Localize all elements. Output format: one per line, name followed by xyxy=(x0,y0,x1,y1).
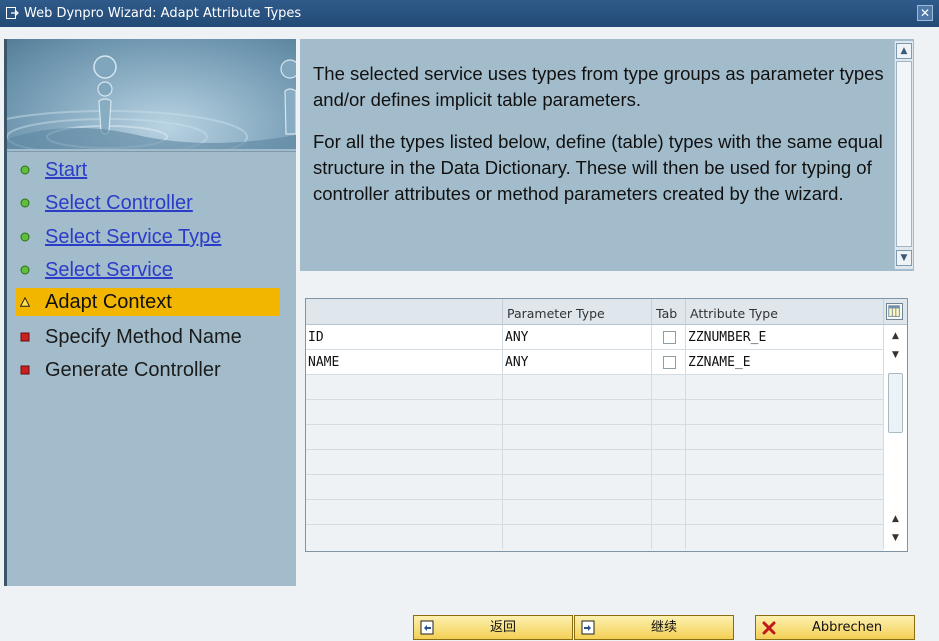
completed-step-icon xyxy=(20,165,30,175)
table-row-empty xyxy=(306,400,884,425)
table-row-empty xyxy=(306,450,884,475)
roadmap-step-select-controller[interactable]: Select Controller xyxy=(7,189,296,217)
info-paragraph-2: For all the types listed below, define (… xyxy=(313,131,883,204)
cancel-button-label: Abbrechen xyxy=(812,620,883,635)
chevron-down-icon: ▼ xyxy=(900,253,908,263)
cell-tab xyxy=(652,350,686,374)
back-icon xyxy=(420,620,434,635)
scroll-bottom-button[interactable]: ▼ xyxy=(888,530,903,546)
attribute-types-table: Parameter Type Tab Attribute Type ID ANY… xyxy=(305,298,908,552)
column-header-name[interactable] xyxy=(306,299,503,325)
cell-name: NAME xyxy=(306,350,503,374)
completed-step-icon xyxy=(20,198,30,208)
table-scrollbar[interactable]: ▲ ▼ ▲ ▼ xyxy=(886,325,905,551)
scroll-down-button[interactable]: ▼ xyxy=(896,250,912,266)
chevron-up-icon: ▲ xyxy=(900,46,908,56)
table-row-empty xyxy=(306,525,884,551)
scroll-thumb[interactable] xyxy=(896,61,912,247)
chevron-up-icon: ▲ xyxy=(892,331,899,341)
table-row-empty xyxy=(306,425,884,450)
table-row-empty xyxy=(306,475,884,500)
back-button-label: 返回 xyxy=(490,620,517,635)
cell-parameter-type: ANY xyxy=(503,325,652,349)
table-row-empty xyxy=(306,500,884,525)
roadmap-steps: Start Select Controller Select Service T… xyxy=(7,151,296,587)
roadmap-step-label: Generate Controller xyxy=(45,359,221,381)
continue-button-label: 继续 xyxy=(651,620,678,635)
tab-checkbox[interactable] xyxy=(663,356,676,369)
warning-triangle-icon xyxy=(20,297,30,307)
table-row-empty xyxy=(306,375,884,400)
title-bar: Web Dynpro Wizard: Adapt Attribute Types… xyxy=(0,0,939,27)
cell-name: ID xyxy=(306,325,503,349)
roadmap-step-generate-controller: Generate Controller xyxy=(7,356,296,384)
roadmap-step-select-service[interactable]: Select Service xyxy=(7,256,296,284)
roadmap-step-start[interactable]: Start xyxy=(7,156,296,184)
column-header-parameter-type[interactable]: Parameter Type xyxy=(503,299,652,325)
roadmap-step-select-service-type[interactable]: Select Service Type xyxy=(7,223,296,251)
completed-step-icon xyxy=(20,232,30,242)
water-drop-banner xyxy=(7,39,296,149)
cancel-x-icon xyxy=(762,621,776,635)
info-text: The selected service uses types from typ… xyxy=(313,61,888,223)
chevron-up-icon: ▲ xyxy=(892,514,899,524)
column-header-attribute-type[interactable]: Attribute Type xyxy=(686,299,884,325)
tab-checkbox[interactable] xyxy=(663,331,676,344)
info-paragraph-1: The selected service uses types from typ… xyxy=(313,63,884,110)
column-header-tab[interactable]: Tab xyxy=(652,299,686,325)
scroll-thumb[interactable] xyxy=(888,373,903,433)
cell-attribute-type[interactable]: ZZNUMBER_E xyxy=(686,325,884,349)
continue-icon xyxy=(581,620,595,635)
cell-attribute-type[interactable]: ZZNAME_E xyxy=(686,350,884,374)
info-scrollbar[interactable]: ▲ ▼ xyxy=(894,41,913,269)
table-row[interactable]: NAME ANY ZZNAME_E xyxy=(306,350,884,375)
roadmap-step-label: Select Controller xyxy=(45,192,193,214)
column-settings-icon[interactable] xyxy=(886,303,903,320)
chevron-down-icon: ▼ xyxy=(892,350,899,360)
roadmap-panel: Start Select Controller Select Service T… xyxy=(4,39,296,586)
cell-tab xyxy=(652,325,686,349)
completed-step-icon xyxy=(20,265,30,275)
roadmap-step-label: Adapt Context xyxy=(45,291,172,313)
scroll-page-down-button[interactable]: ▼ xyxy=(888,347,903,363)
table-header: Parameter Type Tab Attribute Type xyxy=(306,299,907,325)
scroll-top-button[interactable]: ▲ xyxy=(888,328,903,344)
roadmap-step-label: Start xyxy=(45,159,88,181)
roadmap-step-specify-method-name: Specify Method Name xyxy=(7,323,296,351)
pending-step-icon xyxy=(20,332,30,342)
close-button[interactable]: ✕ xyxy=(917,5,933,21)
cell-parameter-type: ANY xyxy=(503,350,652,374)
window-icon xyxy=(6,7,19,19)
info-panel: The selected service uses types from typ… xyxy=(300,39,914,271)
table-row[interactable]: ID ANY ZZNUMBER_E xyxy=(306,325,884,350)
roadmap-step-label: Specify Method Name xyxy=(45,326,242,348)
roadmap-step-adapt-context: Adapt Context xyxy=(16,288,280,316)
scroll-page-up-button[interactable]: ▲ xyxy=(888,511,903,527)
close-icon: ✕ xyxy=(919,6,931,20)
roadmap-step-label: Select Service Type xyxy=(45,226,222,248)
roadmap-step-label: Select Service xyxy=(45,259,173,281)
continue-button[interactable]: 继续 xyxy=(574,615,734,640)
pending-step-icon xyxy=(20,365,30,375)
cancel-button[interactable]: Abbrechen xyxy=(755,615,915,640)
window-title: Web Dynpro Wizard: Adapt Attribute Types xyxy=(24,6,302,21)
chevron-down-icon: ▼ xyxy=(892,533,899,543)
back-button[interactable]: 返回 xyxy=(413,615,573,640)
scroll-up-button[interactable]: ▲ xyxy=(896,43,912,59)
